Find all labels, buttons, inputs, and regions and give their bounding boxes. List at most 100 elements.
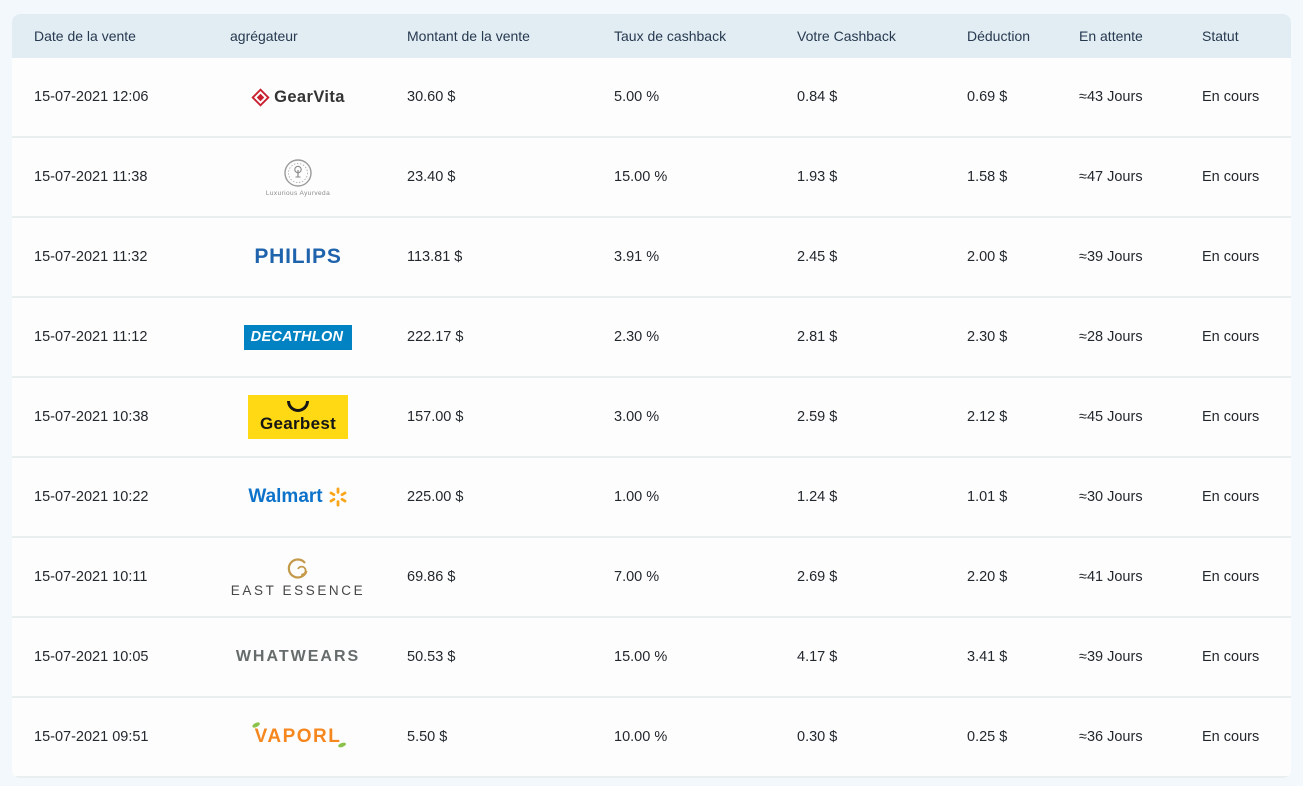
cashback-rate: 1.00 % (614, 489, 660, 505)
merchant-name: EAST ESSENCE (230, 582, 366, 598)
pending-days: ≈41 Jours (1079, 569, 1143, 585)
sale-amount: 225.00 $ (407, 489, 464, 505)
your-cashback: 0.30 $ (797, 729, 838, 745)
deduction: 2.20 $ (967, 569, 1008, 585)
vaporl-logo: VAPORL (218, 721, 378, 748)
merchant-cell: GearVita (218, 88, 395, 107)
status: En cours (1202, 89, 1260, 105)
sale-amount: 222.17 $ (407, 329, 464, 345)
cashback-sales-table: Date de la vente agrégateur Montant de l… (12, 14, 1291, 778)
pending-days: ≈43 Jours (1079, 89, 1143, 105)
table-row: 15-07-2021 11:38 Luxurious Ayurveda 23.4… (12, 138, 1291, 218)
your-cashback: 0.84 $ (797, 89, 838, 105)
merchant-name: VAPORL (254, 726, 342, 747)
east-essence-logo: EAST ESSENCE (218, 557, 378, 598)
status: En cours (1202, 569, 1260, 585)
merchant-name: DECATHLON (243, 324, 353, 350)
sale-amount: 23.40 $ (407, 169, 456, 185)
deduction: 1.58 $ (967, 169, 1008, 185)
column-header-pending: En attente (1079, 28, 1143, 44)
table-row: 15-07-2021 11:32 PHILIPS 113.81 $ 3.91 %… (12, 218, 1291, 298)
column-header-status: Statut (1202, 28, 1239, 44)
column-header-your-cashback: Votre Cashback (797, 28, 896, 44)
your-cashback: 4.17 $ (797, 649, 838, 665)
gearvita-logo: GearVita (218, 88, 378, 107)
luxurious-ayurveda-logo: Luxurious Ayurveda (218, 158, 378, 197)
deduction: 0.25 $ (967, 729, 1008, 745)
cashback-rate: 10.00 % (614, 729, 668, 745)
merchant-cell: PHILIPS (218, 245, 395, 269)
sale-date: 15-07-2021 10:05 (34, 649, 149, 665)
status: En cours (1202, 169, 1260, 185)
cashback-rate: 3.00 % (614, 409, 660, 425)
column-header-sale-amount: Montant de la vente (407, 28, 530, 44)
whatwears-logo: WHATWEARS (218, 648, 378, 666)
status: En cours (1202, 649, 1260, 665)
merchant-cell: Luxurious Ayurveda (218, 158, 395, 197)
deduction: 3.41 $ (967, 649, 1008, 665)
merchant-name: Walmart (248, 486, 323, 507)
gearbest-logo: Gearbest (218, 395, 378, 439)
philips-logo: PHILIPS (218, 245, 378, 269)
sale-date: 15-07-2021 10:38 (34, 409, 149, 425)
deduction: 2.12 $ (967, 409, 1008, 425)
pending-days: ≈30 Jours (1079, 489, 1143, 505)
table-row: 15-07-2021 10:11 EAST ESSENCE 69.86 $ 7.… (12, 538, 1291, 618)
table-row: 15-07-2021 09:51 VAPORL 5.50 $ 10.00 % 0… (12, 698, 1291, 778)
your-cashback: 1.24 $ (797, 489, 838, 505)
walmart-logo: Walmart (218, 486, 378, 508)
deduction: 2.30 $ (967, 329, 1008, 345)
merchant-name: PHILIPS (254, 245, 342, 268)
gearvita-icon (251, 87, 270, 107)
sale-amount: 157.00 $ (407, 409, 464, 425)
merchant-name: Gearbest (259, 414, 337, 433)
table-row: 15-07-2021 10:22 Walmart 225.00 $ 1.00 % (12, 458, 1291, 538)
merchant-name: WHATWEARS (235, 648, 361, 665)
table-header: Date de la vente agrégateur Montant de l… (12, 14, 1291, 58)
merchant-name: GearVita (274, 87, 345, 106)
merchant-cell: DECATHLON (218, 324, 395, 350)
column-header-aggregator: agrégateur (230, 28, 298, 44)
column-header-deduction: Déduction (967, 28, 1031, 44)
table-row: 15-07-2021 10:38 Gearbest 157.00 $ 3.00 … (12, 378, 1291, 458)
tree-emblem-icon (284, 158, 312, 187)
pending-days: ≈28 Jours (1079, 329, 1143, 345)
cashback-rate: 2.30 % (614, 329, 660, 345)
gearbest-smile-icon (286, 401, 309, 412)
sale-amount: 69.86 $ (407, 569, 456, 585)
sale-amount: 5.50 $ (407, 729, 448, 745)
merchant-cell: Gearbest (218, 395, 395, 439)
cashback-rate: 7.00 % (614, 569, 660, 585)
sale-date: 15-07-2021 12:06 (34, 89, 149, 105)
column-header-cashback-rate: Taux de cashback (614, 28, 727, 44)
status: En cours (1202, 329, 1260, 345)
status: En cours (1202, 489, 1260, 505)
sale-amount: 50.53 $ (407, 649, 456, 665)
sale-date: 15-07-2021 10:11 (34, 569, 148, 585)
decathlon-logo: DECATHLON (218, 324, 378, 350)
table-row: 15-07-2021 10:05 WHATWEARS 50.53 $ 15.00… (12, 618, 1291, 698)
gearbest-badge: Gearbest (247, 395, 349, 439)
table-row: 15-07-2021 12:06 GearVita 30.60 $ 5.00 %… (12, 58, 1291, 138)
walmart-spark-icon (329, 487, 347, 507)
pending-days: ≈47 Jours (1079, 169, 1143, 185)
your-cashback: 2.69 $ (797, 569, 838, 585)
cashback-rate: 3.91 % (614, 249, 660, 265)
sale-amount: 30.60 $ (407, 89, 456, 105)
pending-days: ≈36 Jours (1079, 729, 1143, 745)
status: En cours (1202, 409, 1260, 425)
your-cashback: 1.93 $ (797, 169, 838, 185)
column-header-sale-date: Date de la vente (34, 28, 136, 44)
your-cashback: 2.45 $ (797, 249, 838, 265)
deduction: 1.01 $ (967, 489, 1008, 505)
pending-days: ≈39 Jours (1079, 249, 1143, 265)
table-row: 15-07-2021 11:12 DECATHLON 222.17 $ 2.30… (12, 298, 1291, 378)
pending-days: ≈39 Jours (1079, 649, 1143, 665)
sale-date: 15-07-2021 11:12 (34, 329, 148, 345)
deduction: 0.69 $ (967, 89, 1008, 105)
cashback-rate: 15.00 % (614, 169, 668, 185)
your-cashback: 2.59 $ (797, 409, 838, 425)
status: En cours (1202, 249, 1260, 265)
merchant-cell: Walmart (218, 486, 395, 508)
deduction: 2.00 $ (967, 249, 1008, 265)
